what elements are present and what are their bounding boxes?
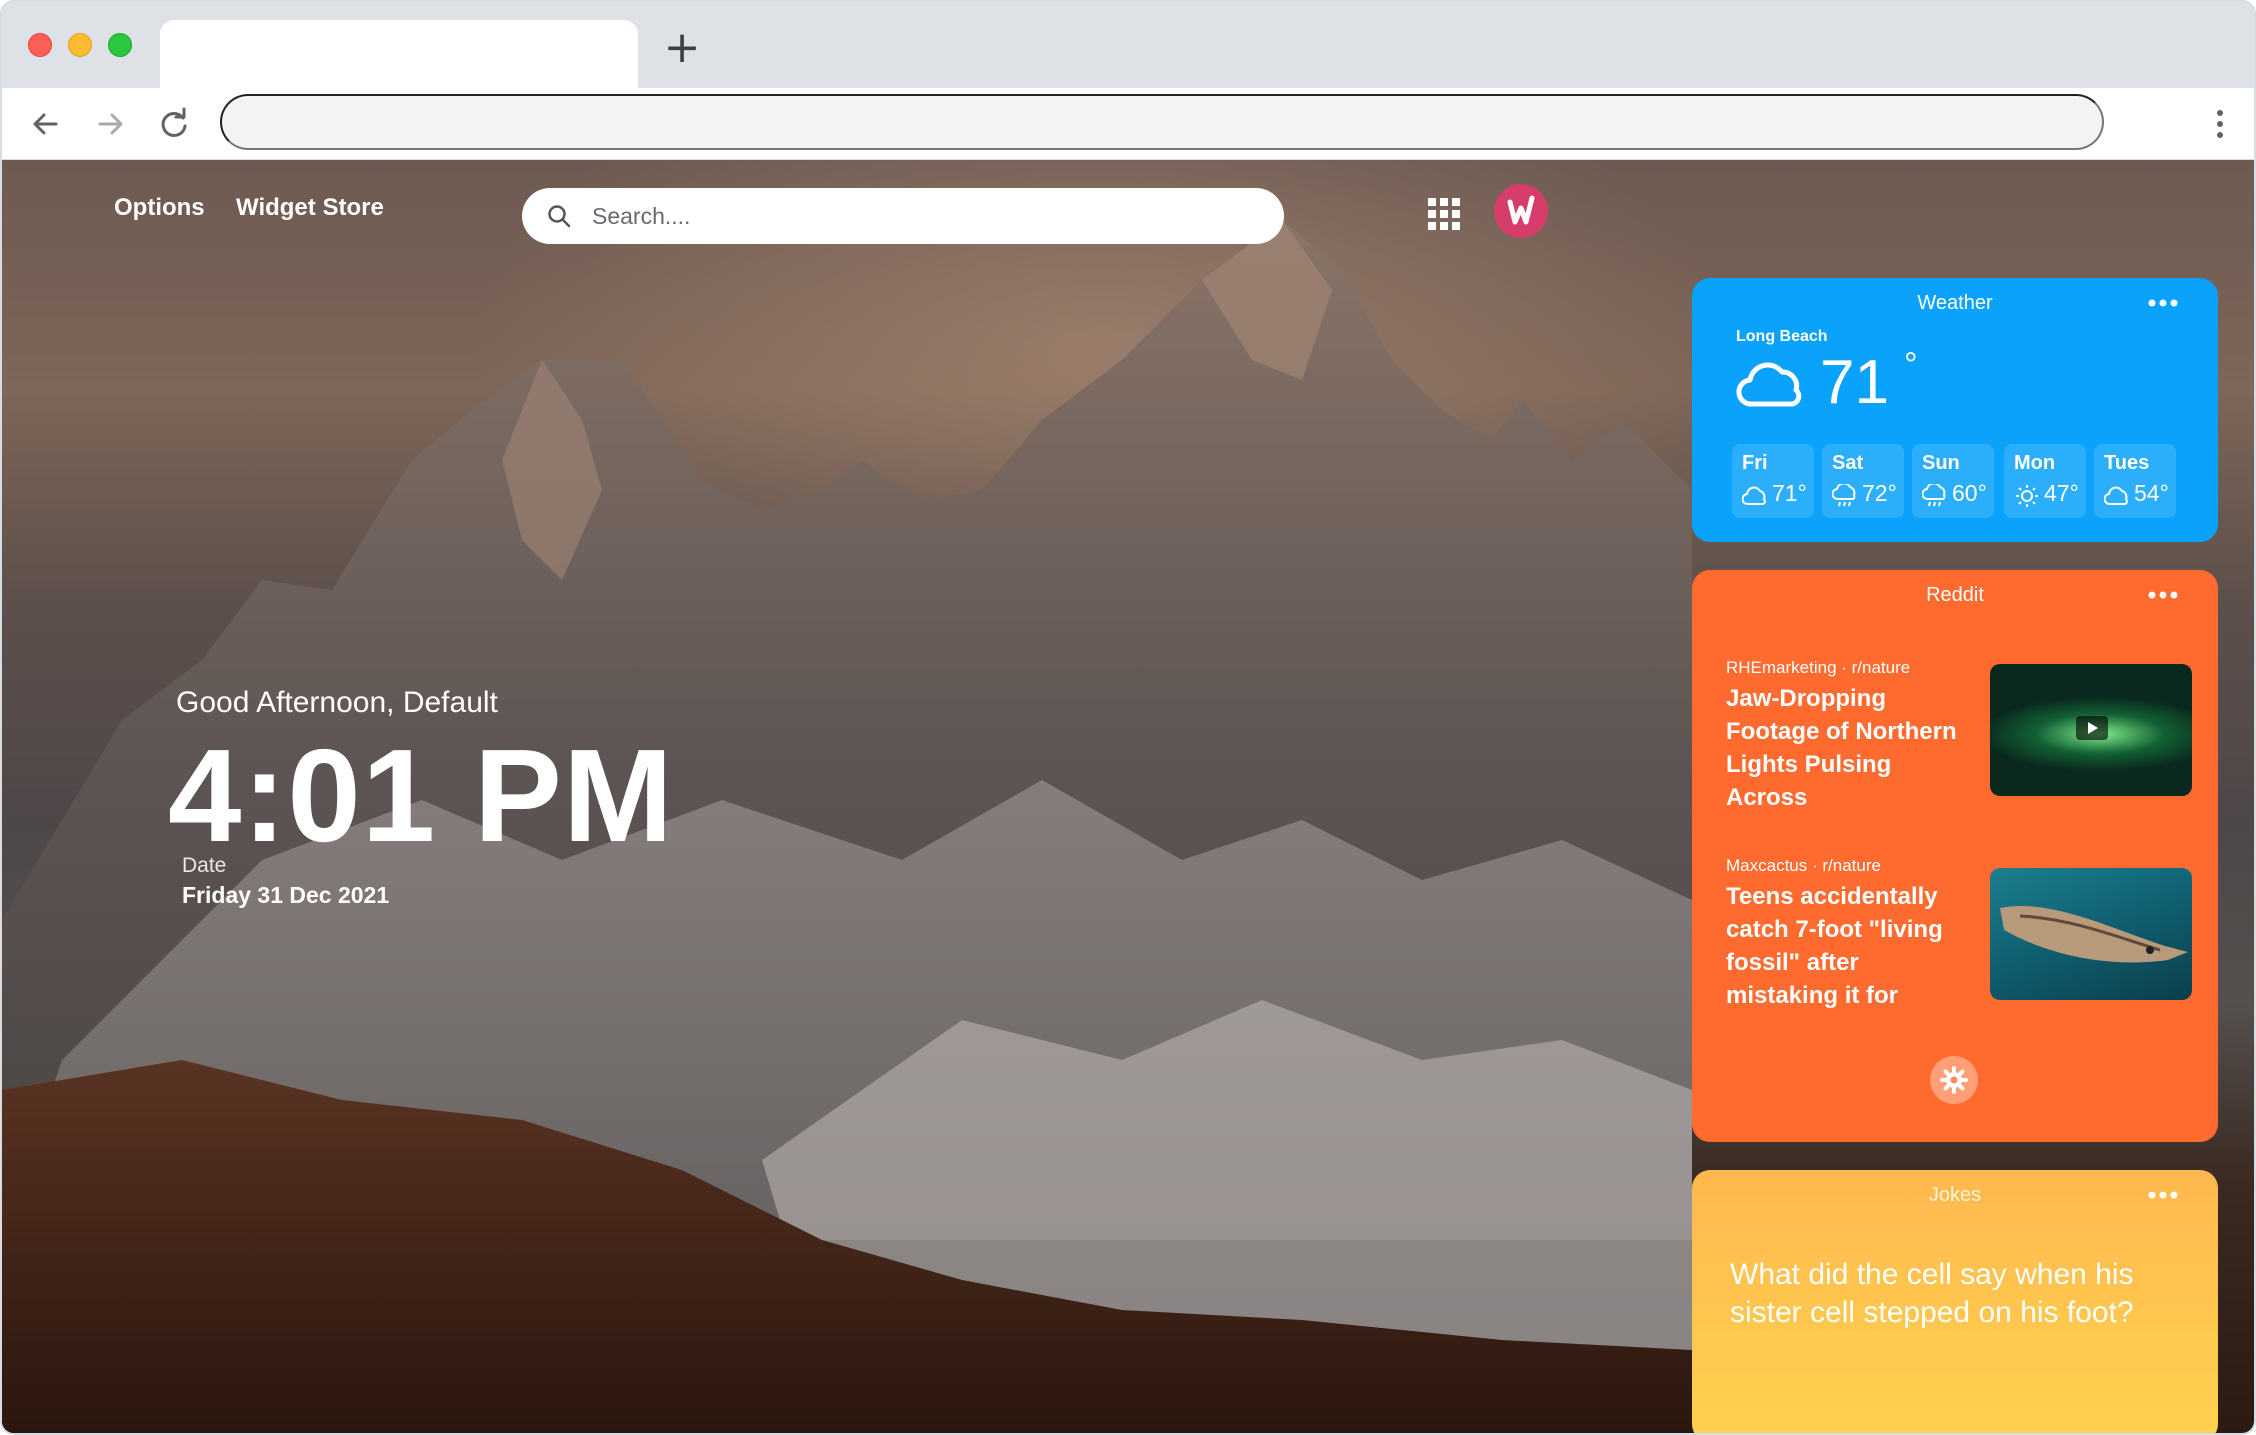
rain-cloud-icon bbox=[1922, 484, 1946, 507]
search-input[interactable] bbox=[592, 196, 1252, 236]
weather-widget[interactable]: Weather Long Beach 71 ° Fri 71° Sat 72° … bbox=[1692, 278, 2218, 542]
forecast-day-label: Mon bbox=[2014, 452, 2056, 474]
reload-icon[interactable] bbox=[152, 102, 196, 146]
apps-grid-icon[interactable] bbox=[1426, 196, 1462, 232]
rain-cloud-icon bbox=[1832, 484, 1856, 507]
close-window-button[interactable] bbox=[28, 33, 52, 57]
forecast-day-label: Sat bbox=[1832, 452, 1864, 474]
joke-text: What did the cell say when his sister ce… bbox=[1730, 1258, 2134, 1329]
fish-image bbox=[2000, 906, 2188, 963]
w-logo-icon bbox=[1507, 195, 1535, 225]
minimize-window-button[interactable] bbox=[68, 33, 92, 57]
new-tab-button[interactable]: + bbox=[662, 26, 702, 70]
degree-symbol: ° bbox=[1904, 346, 1918, 384]
forecast-temperature: 71° bbox=[1772, 480, 1807, 506]
new-tab-page: Options Widget Store Good Afterno bbox=[2, 160, 2254, 1433]
address-bar[interactable] bbox=[220, 94, 2104, 150]
forecast-temperature: 60° bbox=[1952, 480, 1987, 506]
browser-toolbar bbox=[2, 88, 2254, 160]
weather-widget-title: Weather bbox=[1917, 292, 1993, 314]
forecast-day: Tues 54° bbox=[2094, 444, 2176, 518]
options-link[interactable]: Options bbox=[114, 194, 205, 222]
reddit-settings-button[interactable] bbox=[1930, 1056, 1978, 1104]
forecast-day-label: Sun bbox=[1922, 452, 1960, 474]
jokes-widget[interactable]: Jokes What did the cell say when his sis… bbox=[1692, 1170, 2218, 1433]
forecast-day: Fri 71° bbox=[1732, 444, 1814, 518]
sun-icon bbox=[2016, 485, 2038, 507]
play-icon bbox=[2076, 716, 2108, 740]
search-bar[interactable] bbox=[522, 188, 1284, 244]
maximize-window-button[interactable] bbox=[108, 33, 132, 57]
cloud-icon bbox=[1736, 362, 1802, 407]
browser-window: + Options Widget Store Search.... Good A… bbox=[0, 0, 2256, 1435]
more-options-icon[interactable] bbox=[2148, 1190, 2178, 1200]
forecast-day: Mon 47° bbox=[2004, 444, 2086, 518]
forecast-day-label: Tues bbox=[2104, 452, 2150, 474]
widget-store-link[interactable]: Widget Store bbox=[236, 194, 384, 222]
greeting-text: Good Afternoon, Default bbox=[176, 686, 498, 719]
forward-arrow-icon[interactable] bbox=[88, 102, 132, 146]
forecast-temperature: 72° bbox=[1862, 480, 1897, 506]
current-temperature: 71 bbox=[1820, 348, 1889, 417]
date-value: Friday 31 Dec 2021 bbox=[182, 882, 390, 908]
post-title-link[interactable]: Jaw-Dropping Footage of Northern Lights … bbox=[1726, 682, 1976, 814]
cloud-icon bbox=[1742, 486, 1766, 505]
search-icon bbox=[548, 205, 571, 228]
back-arrow-icon[interactable] bbox=[24, 102, 68, 146]
forecast-day: Sat 72° bbox=[1822, 444, 1904, 518]
reddit-widget[interactable]: Reddit RHEmarketing · r/nature Jaw-Dropp… bbox=[1692, 570, 2218, 1142]
post-meta: Maxcactus · r/nature bbox=[1726, 856, 1881, 875]
more-options-icon[interactable] bbox=[2148, 590, 2178, 600]
forecast-temperature: 47° bbox=[2044, 480, 2079, 506]
weather-city: Long Beach bbox=[1736, 328, 1828, 345]
reddit-widget-title: Reddit bbox=[1926, 584, 1984, 606]
browser-menu-icon[interactable] bbox=[2208, 104, 2232, 144]
date-label: Date bbox=[182, 854, 227, 877]
avatar[interactable] bbox=[1494, 184, 1548, 238]
post-meta: RHEmarketing · r/nature bbox=[1726, 658, 1911, 677]
gear-icon bbox=[1940, 1066, 1968, 1094]
post-thumbnail[interactable] bbox=[1990, 868, 2192, 1000]
more-options-icon[interactable] bbox=[2148, 298, 2178, 308]
cloud-icon bbox=[2104, 486, 2128, 505]
post-thumbnail[interactable] bbox=[1990, 664, 2192, 796]
clock-time: 4:01 PM bbox=[168, 722, 674, 869]
forecast-day: Sun 60° bbox=[1912, 444, 1994, 518]
forecast-temperature: 54° bbox=[2134, 480, 2169, 506]
jokes-widget-title: Jokes bbox=[1928, 1184, 1982, 1206]
tab-strip: + bbox=[2, 2, 2254, 88]
active-tab[interactable] bbox=[160, 20, 638, 88]
post-title-link[interactable]: Teens accidentally catch 7-foot "living … bbox=[1726, 880, 1976, 1012]
forecast-day-label: Fri bbox=[1742, 452, 1768, 474]
